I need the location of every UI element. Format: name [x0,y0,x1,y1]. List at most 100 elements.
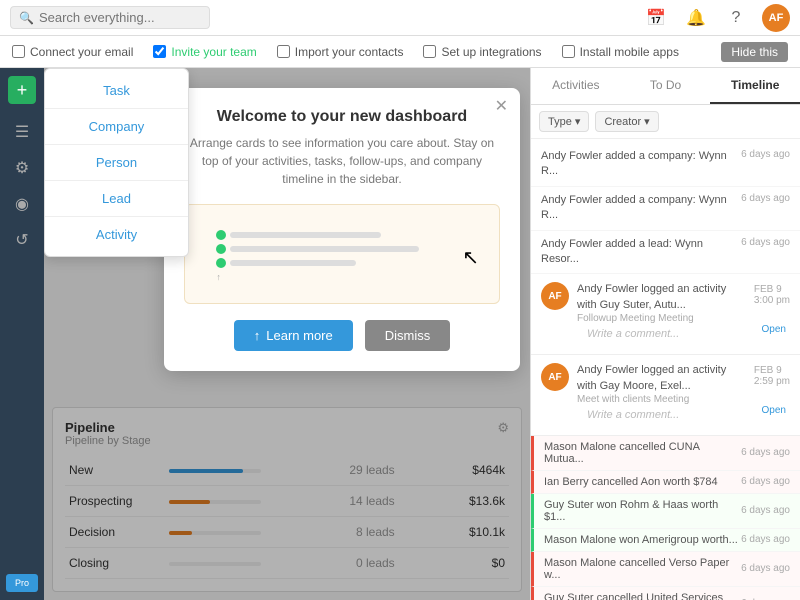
activity-text: Andy Fowler added a lead: Wynn Resor... [541,237,733,268]
status-item-cancelled[interactable]: Ian Berry cancelled Aon worth $784 6 day… [531,471,800,494]
refresh-icon[interactable]: ↺ [6,224,38,256]
right-tabs: Activities To Do Timeline [531,68,800,105]
activity-card-header: AF Andy Fowler logged an activity with G… [541,363,790,405]
activity-card-body: Andy Fowler logged an activity with Gay … [577,363,746,405]
gear-icon[interactable]: ⚙ [6,152,38,184]
setup-invite-team[interactable]: Invite your team [153,45,256,59]
setup-integrations[interactable]: Set up integrations [423,45,541,59]
activity-open-button[interactable]: Open [762,324,786,335]
modal-title: Welcome to your new dashboard [184,108,500,126]
status-item-text: Mason Malone cancelled CUNA Mutua... [544,441,741,465]
status-item-won[interactable]: Guy Suter won Rohm & Haas worth $1... 6 … [531,494,800,529]
invite-team-checkbox[interactable] [153,45,166,58]
status-item-text: Guy Suter won Rohm & Haas worth $1... [544,499,741,523]
modal-content: ↑ ↖ [184,204,500,304]
status-item-text: Ian Berry cancelled Aon worth $784 [544,476,741,488]
activity-card-meta: Followup Meeting Meeting [577,313,746,324]
calendar-icon[interactable]: 📅 [642,4,670,32]
dropdown-menu: Task Company Person Lead Activity [44,68,189,257]
status-item-cancelled[interactable]: Guy Suter cancelled United Services Au..… [531,587,800,600]
status-item-text: Mason Malone won Amerigroup worth... [544,534,741,546]
filter-creator[interactable]: Creator ▾ [595,111,658,132]
main-layout: + ☰ ⚙ ◉ ↺ Pro Task Company Person Lead A… [0,68,800,600]
activity-card-date: FEB 92:59 pm [754,365,790,387]
activity-open-button[interactable]: Open [762,405,786,416]
setup-bar: Connect your email Invite your team Impo… [0,36,800,68]
modal-close-button[interactable]: ✕ [495,96,508,116]
import-contacts-checkbox[interactable] [277,45,290,58]
status-item-text: Guy Suter cancelled United Services Au..… [544,592,741,600]
add-button[interactable]: + [8,76,36,104]
tab-activities[interactable]: Activities [531,68,621,104]
dropdown-activity[interactable]: Activity [45,217,188,252]
activity-card-meta: Meet with clients Meeting [577,394,746,405]
dismiss-button[interactable]: Dismiss [365,320,451,351]
activity-feed: Andy Fowler added a company: Wynn R... 6… [531,139,800,600]
help-icon[interactable]: ? [722,4,750,32]
modal-subtitle: Arrange cards to see information you car… [184,134,500,188]
connect-email-checkbox[interactable] [12,45,25,58]
cursor-icon: ↖ [462,245,479,270]
status-item-time: 6 days ago [741,534,790,545]
activity-item[interactable]: Andy Fowler added a company: Wynn R... 6… [531,143,800,187]
activity-text: Andy Fowler added a company: Wynn R... [541,149,733,180]
circle-icon[interactable]: ◉ [6,188,38,220]
modal-illustration: ↑ ↖ [184,204,500,304]
tab-todo[interactable]: To Do [621,68,711,104]
activity-time: 6 days ago [741,149,790,160]
left-sidebar: + ☰ ⚙ ◉ ↺ Pro [0,68,44,600]
top-bar-right: 📅 🔔 ? AF [642,4,790,32]
search-box[interactable]: 🔍 [10,6,210,29]
setup-mobile[interactable]: Install mobile apps [562,45,679,59]
filter-row: Type ▾ Creator ▾ [531,105,800,139]
modal-buttons: ↑ Learn more Dismiss [184,320,500,351]
activity-time: 6 days ago [741,193,790,204]
status-item-time: 6 days ago [741,447,790,458]
status-item-text: Mason Malone cancelled Verso Paper w... [544,557,741,581]
activity-comment-field[interactable]: Write a comment... [541,324,790,346]
hide-button[interactable]: Hide this [721,42,788,62]
dropdown-company[interactable]: Company [45,109,188,145]
activity-card-title: Andy Fowler logged an activity with Gay … [577,363,746,394]
pro-badge[interactable]: Pro [6,574,38,592]
search-icon: 🔍 [19,11,34,25]
activity-comment-field[interactable]: Write a comment... [541,405,790,427]
activity-item[interactable]: Andy Fowler added a company: Wynn R... 6… [531,187,800,231]
top-bar: 🔍 📅 🔔 ? AF [0,0,800,36]
right-panel: Activities To Do Timeline Type ▾ Creator… [530,68,800,600]
dropdown-task[interactable]: Task [45,73,188,109]
welcome-modal: ✕ Welcome to your new dashboard Arrange … [164,88,520,371]
status-item-time: 6 days ago [741,476,790,487]
status-item-won[interactable]: Mason Malone won Amerigroup worth... 6 d… [531,529,800,552]
activity-card: AF Andy Fowler logged an activity with G… [531,274,800,355]
activity-time: 6 days ago [741,237,790,248]
integrations-checkbox[interactable] [423,45,436,58]
activity-card-avatar: AF [541,363,569,391]
activity-card-avatar: AF [541,282,569,310]
activity-card-title: Andy Fowler logged an activity with Guy … [577,282,746,313]
setup-connect-email[interactable]: Connect your email [12,45,133,59]
activity-card-body: Andy Fowler logged an activity with Guy … [577,282,746,324]
status-item-cancelled[interactable]: Mason Malone cancelled Verso Paper w... … [531,552,800,587]
activity-card-header: AF Andy Fowler logged an activity with G… [541,282,790,324]
tab-timeline[interactable]: Timeline [710,68,800,104]
status-item-time: 6 days ago [741,563,790,574]
mobile-checkbox[interactable] [562,45,575,58]
activity-item[interactable]: Andy Fowler added a lead: Wynn Resor... … [531,231,800,275]
status-item-cancelled[interactable]: Mason Malone cancelled CUNA Mutua... 6 d… [531,436,800,471]
notification-icon[interactable]: 🔔 [682,4,710,32]
filter-type[interactable]: Type ▾ [539,111,589,132]
activity-text: Andy Fowler added a company: Wynn R... [541,193,733,224]
activity-card: AF Andy Fowler logged an activity with G… [531,355,800,436]
status-item-time: 6 days ago [741,505,790,516]
activity-card-date: FEB 93:00 pm [754,284,790,306]
menu-icon[interactable]: ☰ [6,116,38,148]
search-input[interactable] [39,10,189,25]
setup-import-contacts[interactable]: Import your contacts [277,45,404,59]
dropdown-person[interactable]: Person [45,145,188,181]
dropdown-lead[interactable]: Lead [45,181,188,217]
avatar[interactable]: AF [762,4,790,32]
content-area: Task Company Person Lead Activity ✕ Welc… [44,68,530,600]
mock-pipeline: ↑ [216,226,467,282]
learn-more-button[interactable]: ↑ Learn more [234,320,353,351]
